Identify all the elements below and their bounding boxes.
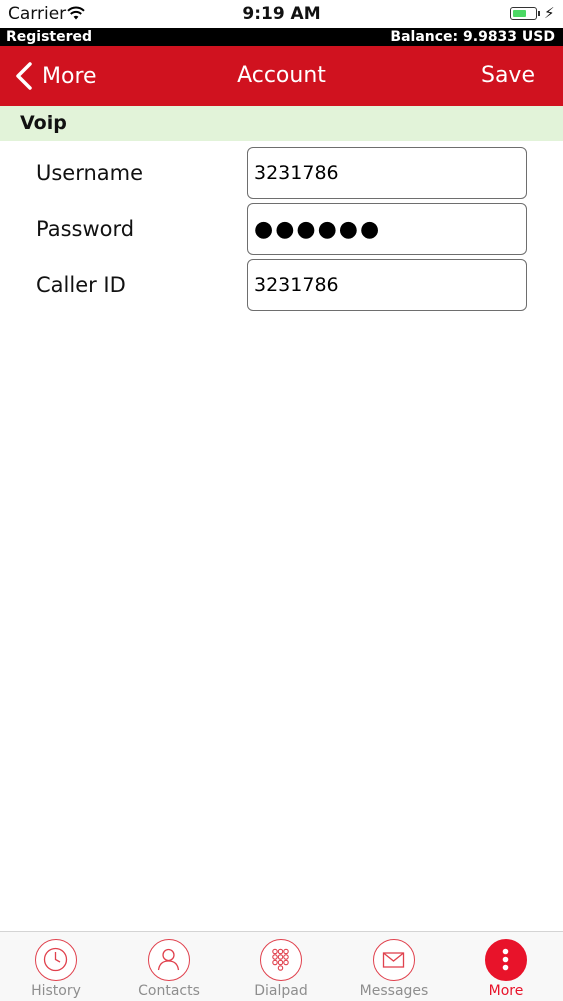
person-icon <box>148 939 190 981</box>
tab-more[interactable]: More <box>450 932 562 1001</box>
tab-history-label: History <box>31 983 81 999</box>
registration-status: Registered <box>6 29 93 45</box>
chevron-left-icon <box>16 62 32 90</box>
dialpad-icon <box>260 939 302 981</box>
clock-time: 9:19 AM <box>242 4 321 24</box>
navigation-bar: More Account Save <box>0 46 563 106</box>
caller-id-field[interactable] <box>247 259 527 311</box>
save-button[interactable]: Save <box>481 46 535 106</box>
password-label: Password <box>36 217 135 241</box>
section-title: Voip <box>20 112 67 134</box>
caller-id-row: Caller ID <box>0 259 563 311</box>
envelope-icon <box>373 939 415 981</box>
tab-dialpad[interactable]: Dialpad <box>225 932 337 1001</box>
section-header-voip: Voip <box>0 106 563 141</box>
tab-contacts-label: Contacts <box>138 983 200 999</box>
battery-icon <box>510 7 540 20</box>
more-dots-icon <box>485 939 527 981</box>
username-field[interactable] <box>247 147 527 199</box>
tab-more-label: More <box>488 983 524 999</box>
tab-bar: History Contacts Dialpad Messages More <box>0 931 563 1001</box>
tab-messages-label: Messages <box>359 983 429 999</box>
caller-id-label: Caller ID <box>36 273 126 297</box>
tab-dialpad-label: Dialpad <box>254 983 308 999</box>
clock-icon <box>35 939 77 981</box>
balance-label: Balance: 9.9833 USD <box>390 29 555 45</box>
status-bar: Carrier 9:19 AM ⚡ <box>0 0 563 28</box>
charging-bolt-icon: ⚡ <box>544 4 555 22</box>
username-label: Username <box>36 161 144 185</box>
tab-history[interactable]: History <box>0 932 112 1001</box>
password-row: Password <box>0 203 563 255</box>
account-status-bar: Registered Balance: 9.9833 USD <box>0 28 563 46</box>
back-button[interactable]: More <box>14 46 97 106</box>
tab-messages[interactable]: Messages <box>338 932 450 1001</box>
tab-contacts[interactable]: Contacts <box>113 932 225 1001</box>
password-field[interactable] <box>247 203 527 255</box>
username-row: Username <box>0 147 563 199</box>
back-button-label: More <box>42 63 97 89</box>
